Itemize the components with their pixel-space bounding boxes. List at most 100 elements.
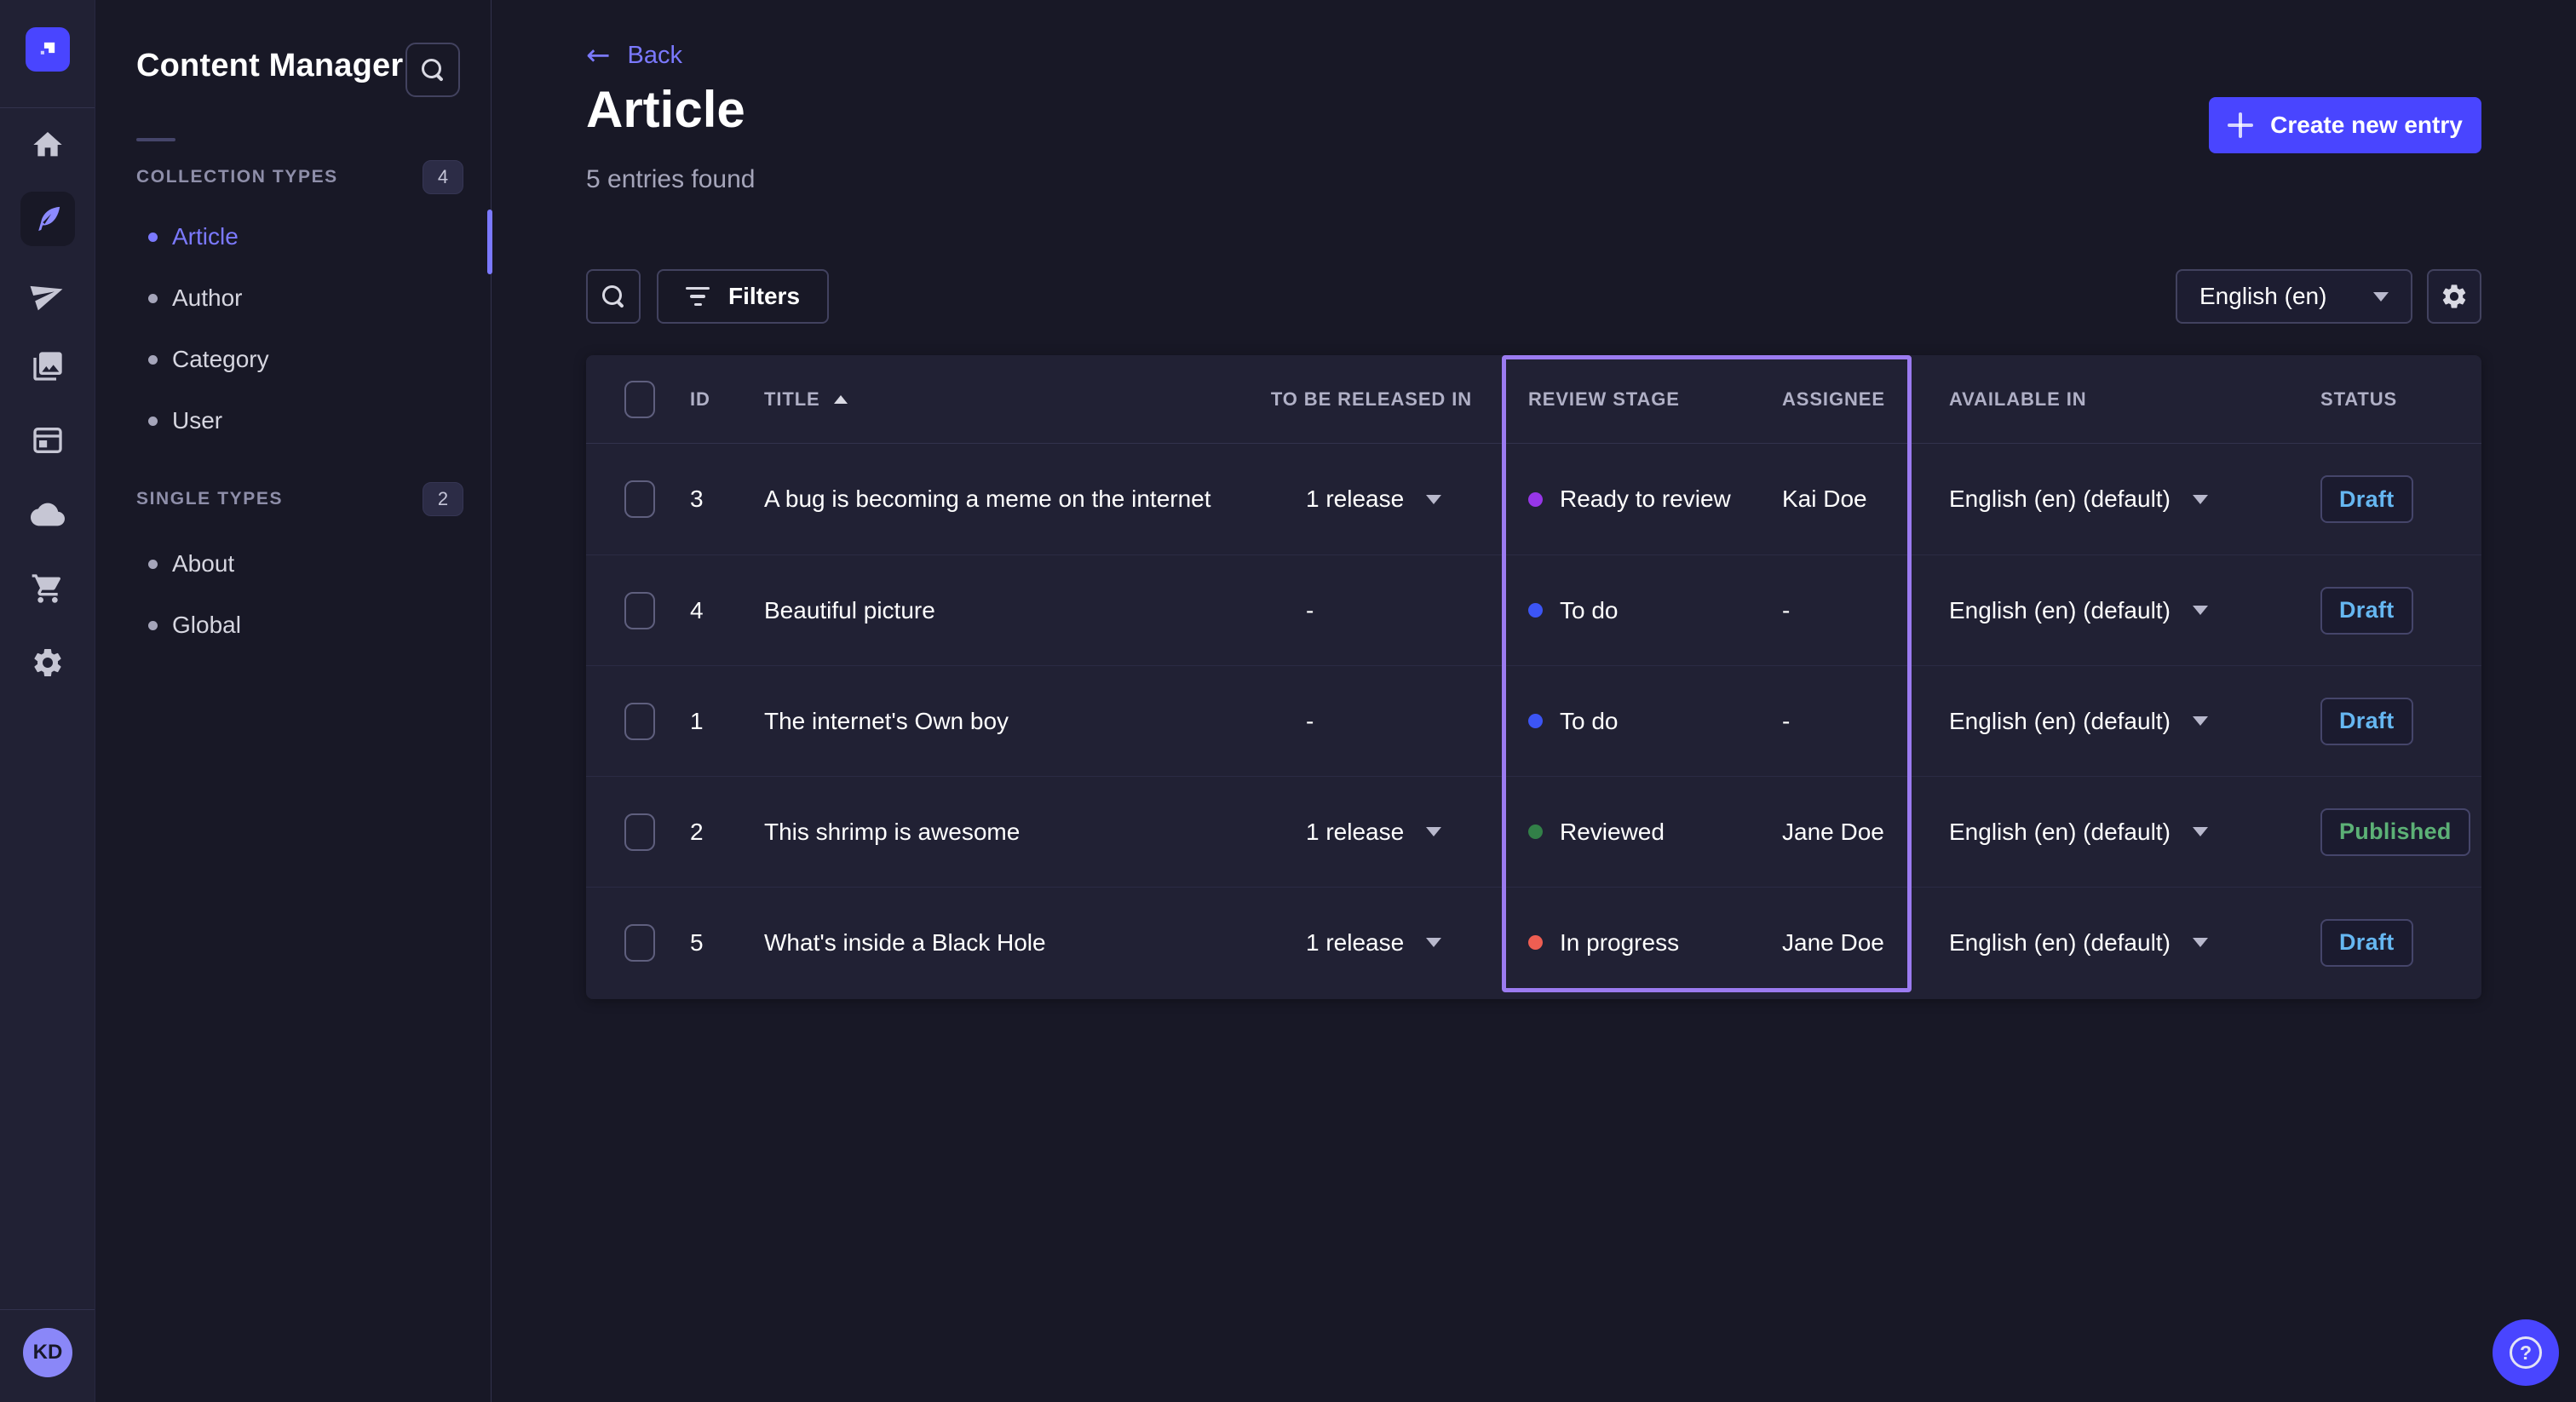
column-header-id: ID (690, 388, 710, 410)
create-new-entry-label: Create new entry (2270, 112, 2463, 138)
chevron-down-icon (2192, 494, 2208, 504)
main-content: ← Back Article 5 entries found Create ne… (492, 0, 2576, 1402)
stage-dot (1528, 714, 1543, 728)
single-types-count: 2 (423, 482, 463, 516)
column-header-status: STATUS (2320, 388, 2398, 410)
stage-dot (1528, 935, 1543, 950)
marketplace-cart-icon[interactable] (20, 561, 75, 616)
cell-id: 3 (690, 486, 704, 512)
row-checkbox[interactable] (624, 591, 655, 629)
help-button[interactable]: ? (2493, 1319, 2559, 1386)
chevron-down-icon (1426, 827, 1442, 836)
content-type-builder-layout-icon[interactable] (20, 413, 75, 468)
sidebar-search-button[interactable] (405, 43, 460, 97)
row-checkbox[interactable] (624, 923, 655, 962)
cell-id: 5 (690, 928, 704, 956)
release-label: 1 release (1306, 928, 1405, 956)
table-row[interactable]: 2 This shrimp is awesome 1 release Revie… (586, 776, 2481, 887)
select-all-checkbox[interactable] (624, 380, 655, 418)
cell-assignee: Kai Doe (1782, 486, 1867, 512)
sidebar-item-label: About (172, 550, 235, 577)
sidebar-item-author[interactable]: Author (95, 267, 482, 329)
cell-title: The internet's Own boy (764, 707, 1009, 734)
locale-dropdown[interactable]: English (en) (default) (1949, 819, 2208, 846)
bullet-icon (148, 620, 158, 630)
locale-dropdown[interactable]: English (en) (default) (1949, 708, 2208, 735)
deploy-cloud-icon[interactable] (20, 487, 75, 542)
media-library-images-icon[interactable] (20, 339, 75, 394)
collection-types-count: 4 (423, 160, 463, 194)
release-label: 1 release (1306, 818, 1405, 845)
back-arrow-icon: ← (586, 38, 611, 72)
chevron-down-icon (1426, 938, 1442, 947)
bullet-icon (148, 232, 158, 242)
status-cell: Draft (2320, 475, 2413, 523)
locale-label: English (en) (default) (1949, 928, 2171, 956)
release-dropdown[interactable]: 1 release (1306, 818, 1442, 846)
sidebar-item-about[interactable]: About (95, 533, 482, 595)
filters-button[interactable]: Filters (657, 269, 830, 324)
entries-table: ID TITLE TO BE RELEASED IN REVIEW STAGE … (586, 355, 2481, 999)
cell-title: This shrimp is awesome (764, 818, 1021, 845)
content-manager-feather-icon[interactable] (20, 192, 75, 246)
create-new-entry-button[interactable]: Create new entry (2209, 97, 2481, 153)
releases-paper-plane-icon[interactable] (20, 267, 75, 321)
rail-divider (0, 107, 95, 108)
review-stage-cell: Ready to review (1528, 486, 1731, 513)
search-icon (602, 285, 624, 307)
status-cell: Published (2320, 807, 2470, 856)
sidebar-item-user[interactable]: User (95, 390, 482, 451)
sidebar-item-label: Author (172, 284, 243, 311)
question-circle-icon: ? (2510, 1336, 2542, 1369)
stage-dot (1528, 491, 1543, 507)
cell-id: 1 (690, 707, 704, 734)
stage-label: To do (1560, 707, 1619, 734)
home-icon[interactable] (20, 118, 75, 172)
bullet-icon (148, 354, 158, 365)
entries-count: 5 entries found (586, 165, 756, 193)
sidebar-item-category[interactable]: Category (95, 329, 482, 390)
locale-dropdown[interactable]: English (en) (default) (1949, 486, 2208, 513)
bullet-icon (148, 293, 158, 303)
bullet-icon (148, 559, 158, 569)
row-checkbox[interactable] (624, 813, 655, 851)
table-row[interactable]: 1 The internet's Own boy - To do - Engli… (586, 665, 2481, 776)
view-settings-button[interactable] (2427, 269, 2481, 324)
locale-dropdown[interactable]: English (en) (default) (1949, 597, 2208, 624)
back-link[interactable]: ← Back (586, 41, 682, 70)
sidebar-divider (136, 138, 175, 141)
release-dropdown[interactable]: 1 release (1306, 486, 1442, 513)
column-header-title-label: TITLE (764, 388, 820, 410)
row-checkbox[interactable] (624, 702, 655, 740)
chevron-down-icon (2192, 938, 2208, 947)
release-label: - (1306, 596, 1314, 623)
locale-dropdown[interactable]: English (en) (default) (1949, 929, 2208, 957)
column-header-title[interactable]: TITLE (764, 388, 848, 411)
table-row[interactable]: 5 What's inside a Black Hole 1 release I… (586, 887, 2481, 997)
status-badge: Draft (2320, 586, 2413, 635)
chevron-down-icon (2192, 606, 2208, 615)
settings-gear-icon[interactable] (20, 635, 75, 690)
bullet-icon (148, 416, 158, 426)
column-header-to-be-released-in: TO BE RELEASED IN (1270, 388, 1472, 410)
table-search-button[interactable] (586, 269, 641, 324)
sidebar-item-label: Global (172, 612, 241, 638)
stage-label: Ready to review (1560, 486, 1731, 512)
review-stage-cell: To do (1528, 708, 1619, 735)
user-avatar[interactable]: KD (23, 1328, 72, 1377)
strapi-logo[interactable] (26, 27, 70, 72)
sidebar-item-global[interactable]: Global (95, 595, 482, 656)
release-dropdown[interactable]: 1 release (1306, 928, 1442, 957)
locale-select[interactable]: English (en) (2176, 269, 2412, 324)
app-window: KD Content Manager COLLECTION TYPES 4 Ar… (0, 0, 2576, 1402)
status-badge: Draft (2320, 475, 2413, 523)
stage-dot (1528, 603, 1543, 618)
status-cell: Draft (2320, 918, 2413, 967)
stage-label: In progress (1560, 928, 1680, 956)
column-header-assignee: ASSIGNEE (1782, 388, 1885, 410)
sidebar-item-article[interactable]: Article (95, 206, 482, 267)
locale-label: English (en) (default) (1949, 596, 2171, 623)
row-checkbox[interactable] (624, 480, 655, 518)
table-row[interactable]: 3 A bug is becoming a meme on the intern… (586, 444, 2481, 554)
table-row[interactable]: 4 Beautiful picture - To do - English (e… (586, 554, 2481, 665)
